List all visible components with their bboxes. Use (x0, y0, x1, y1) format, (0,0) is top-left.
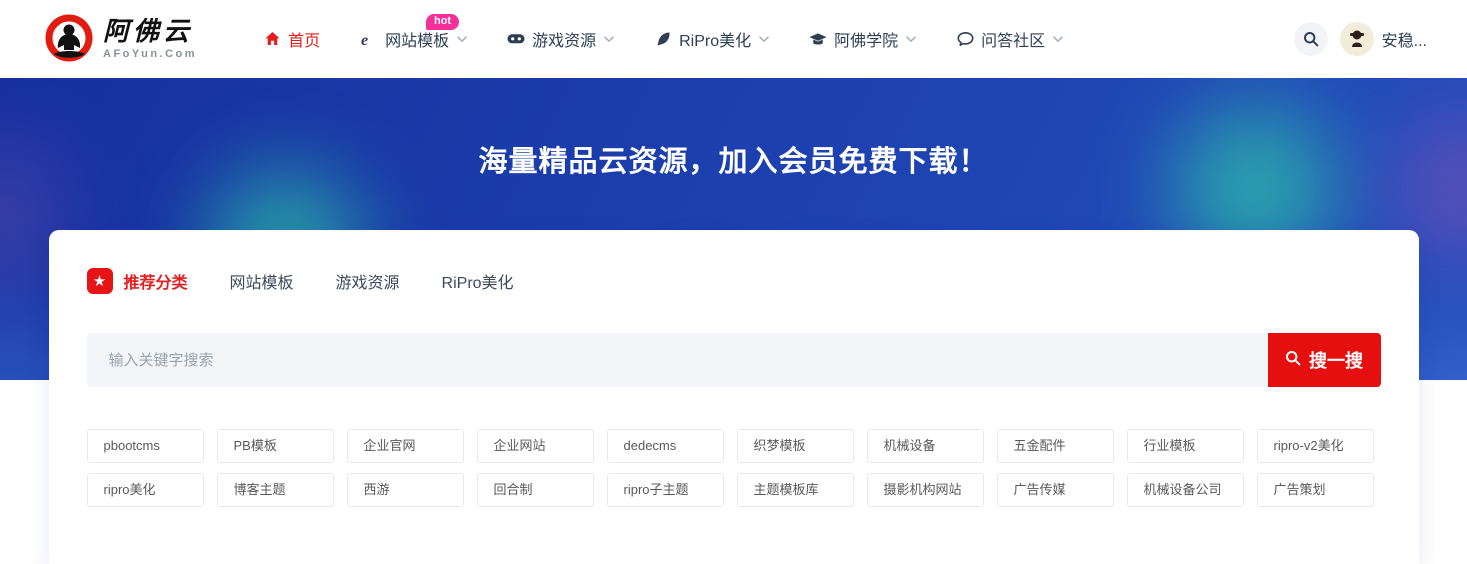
nav-item-label: 阿佛学院 (834, 33, 899, 50)
keyword-search-input[interactable] (86, 333, 1268, 387)
tag-cloud: pbootcms PB模板 企业官网 企业网站 dedecms 织梦模板 机械设备 五金配件行… (86, 429, 1381, 507)
tag-摄影机构网站[interactable]: 摄影机构网站 (866, 473, 984, 507)
svg-text:e: e (361, 32, 368, 48)
tag-机械设备[interactable]: 机械设备 (866, 429, 984, 463)
gamepad-icon (507, 31, 525, 47)
nav-item-网站模板[interactable]: e 网站模板 hot (360, 14, 467, 51)
nav-item-label: 首页 (288, 33, 321, 50)
search-button-label: 搜一搜 (1309, 351, 1363, 371)
chevron-down-icon (759, 35, 769, 43)
tag-PB模板[interactable]: PB模板 (216, 429, 334, 463)
buddha-logo-icon (45, 14, 93, 62)
tab-label: 游戏资源 (335, 275, 400, 292)
nav-item-阿佛学院[interactable]: 阿佛学院 (809, 27, 916, 51)
chevron-down-icon (1053, 35, 1063, 43)
tag-ripro子主题[interactable]: ripro子主题 (606, 473, 724, 507)
tag-ripro-v2美化[interactable]: ripro-v2美化 (1256, 429, 1374, 463)
user-name: 安稳... (1381, 33, 1427, 50)
tag-五金配件[interactable]: 五金配件 (996, 429, 1114, 463)
tag-row: pbootcms PB模板 企业官网 企业网站 dedecms 织梦模板 机械设备 五金配件行… (86, 429, 1381, 463)
search-button[interactable]: 搜一搜 (1267, 333, 1381, 387)
tag-织梦模板[interactable]: 织梦模板 (736, 429, 854, 463)
search-icon[interactable] (1293, 22, 1328, 56)
tag-广告策划[interactable]: 广告策划 (1256, 473, 1374, 507)
tag-广告传媒[interactable]: 广告传媒 (996, 473, 1114, 507)
tab-label: 推荐分类 (123, 275, 188, 292)
category-tabs: ★ 推荐分类 网站模板 游戏资源 RiPro美化 (86, 268, 1381, 294)
tab-推荐分类[interactable]: ★ 推荐分类 (86, 268, 188, 294)
tag-ripro美化[interactable]: ripro美化 (86, 473, 204, 507)
header-right: 安稳... (1293, 22, 1427, 56)
top-header: 阿佛云 AFoYun.Com 首页 e 网站模板 hot 游戏资源 RiPro美化 阿佛学院… (0, 0, 1467, 78)
tag-row: ripro美化 博客主题 西游 回合制 ripro子主题 主题模板库 摄影机构网站 广告传媒机… (86, 473, 1381, 507)
feather-icon (654, 31, 672, 47)
tab-RiPro美化[interactable]: RiPro美化 (442, 269, 514, 293)
nav-item-label: 网站模板 (385, 33, 450, 50)
tab-网站模板[interactable]: 网站模板 (230, 269, 294, 293)
magnifier-icon (1285, 350, 1301, 371)
tag-机械设备公司[interactable]: 机械设备公司 (1126, 473, 1244, 507)
chevron-down-icon (906, 35, 916, 43)
hot-badge: hot (425, 14, 460, 30)
browser-icon: e (360, 31, 378, 48)
tag-博客主题[interactable]: 博客主题 (216, 473, 334, 507)
tab-游戏资源[interactable]: 游戏资源 (336, 269, 400, 293)
home-icon (263, 31, 281, 47)
tab-label: RiPro美化 (441, 275, 514, 292)
nav-item-问答社区[interactable]: 问答社区 (956, 27, 1063, 51)
nav-item-RiPro美化[interactable]: RiPro美化 (654, 27, 769, 51)
tag-回合制[interactable]: 回合制 (476, 473, 594, 507)
tag-pbootcms[interactable]: pbootcms (86, 429, 204, 463)
main-nav: 首页 e 网站模板 hot 游戏资源 RiPro美化 阿佛学院 问答社区 (263, 14, 1063, 51)
nav-item-游戏资源[interactable]: 游戏资源 (507, 27, 614, 51)
tag-dedecms[interactable]: dedecms (606, 429, 724, 463)
logo-title: 阿佛云 (103, 16, 194, 47)
tag-企业官网[interactable]: 企业官网 (346, 429, 464, 463)
graduation-icon (809, 31, 827, 47)
tag-西游[interactable]: 西游 (346, 473, 464, 507)
user-menu[interactable]: 安稳... (1339, 22, 1427, 56)
nav-item-label: RiPro美化 (679, 33, 752, 50)
tag-行业模板[interactable]: 行业模板 (1126, 429, 1244, 463)
nav-item-label: 问答社区 (981, 33, 1046, 50)
logo-subtitle: AFoYun.Com (103, 47, 198, 60)
chevron-down-icon (604, 35, 614, 43)
star-icon: ★ (86, 268, 113, 294)
avatar (1339, 22, 1374, 56)
tab-label: 网站模板 (229, 275, 294, 292)
hero-title: 海量精品云资源，加入会员免费下载！ (478, 146, 989, 178)
nav-item-首页[interactable]: 首页 (263, 27, 320, 51)
nav-item-label: 游戏资源 (532, 33, 597, 50)
avatar-figure-icon (1349, 30, 1364, 47)
tag-主题模板库[interactable]: 主题模板库 (736, 473, 854, 507)
chevron-down-icon (457, 35, 467, 43)
search-row: 搜一搜 (86, 333, 1381, 387)
site-logo[interactable]: 阿佛云 AFoYun.Com (44, 14, 197, 64)
comment-icon (956, 31, 974, 47)
tag-企业网站[interactable]: 企业网站 (476, 429, 594, 463)
search-panel: ★ 推荐分类 网站模板 游戏资源 RiPro美化 搜一搜 pbootcms PB模板企业官… (48, 230, 1419, 564)
